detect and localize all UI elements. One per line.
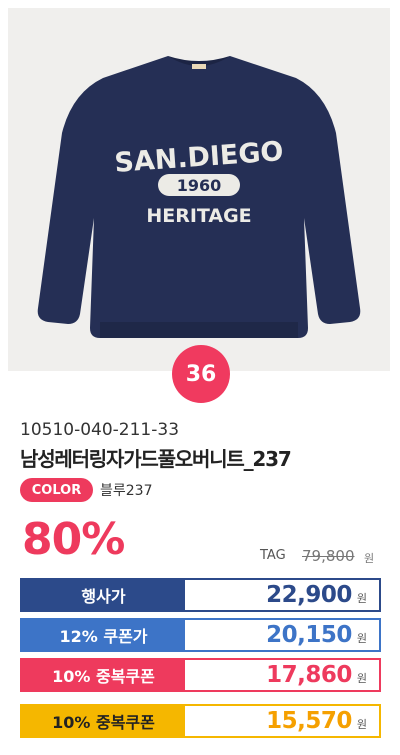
- price-amount: 15,570: [266, 708, 352, 734]
- label-tag: [192, 64, 206, 69]
- price-row-label: 10% 중복쿠폰: [22, 706, 185, 736]
- price-row-value: 17,860 원: [185, 660, 379, 690]
- product-name[interactable]: 남성레터링자가드풀오버니트_237: [20, 443, 292, 472]
- price-amount: 22,900: [266, 582, 352, 608]
- price-row-double-coupon-final: 10% 중복쿠폰 15,570 원: [20, 704, 381, 738]
- price-row-label: 행사가: [22, 580, 185, 610]
- price-unit: 원: [356, 592, 367, 605]
- price-unit: 원: [356, 718, 367, 731]
- price-row-label: 10% 중복쿠폰: [22, 660, 185, 690]
- color-value: 블루237: [100, 483, 153, 499]
- price-amount: 20,150: [266, 622, 352, 648]
- price-row-value: 22,900 원: [185, 580, 379, 610]
- image-text-line3: HERITAGE: [146, 205, 251, 227]
- price-row-coupon: 12% 쿠폰가 20,150 원: [20, 618, 381, 652]
- image-text-line2: 1960: [177, 176, 222, 195]
- price-unit: 원: [356, 632, 367, 645]
- product-code: 10510-040-211-33: [20, 420, 180, 440]
- tag-price: 79,800: [302, 547, 355, 565]
- sweater-body: [37, 56, 361, 338]
- price-row-event: 행사가 22,900 원: [20, 578, 381, 612]
- price-row-value: 20,150 원: [185, 620, 379, 650]
- sweater-illustration: SAN.DIEGO 1960 HERITAGE: [37, 56, 361, 338]
- sweater-hem: [100, 322, 298, 338]
- tag-label: TAG: [260, 548, 286, 563]
- color-label-badge: COLOR: [20, 478, 93, 502]
- price-unit: 원: [356, 672, 367, 685]
- product-image[interactable]: SAN.DIEGO 1960 HERITAGE: [8, 8, 390, 371]
- discount-rate: 80%: [22, 514, 125, 565]
- price-row-label: 12% 쿠폰가: [22, 620, 185, 650]
- price-amount: 17,860: [266, 662, 352, 688]
- price-row-double-coupon: 10% 중복쿠폰 17,860 원: [20, 658, 381, 692]
- price-row-value: 15,570 원: [185, 706, 379, 736]
- rank-badge: 36: [172, 345, 230, 403]
- tag-price-unit: 원: [364, 552, 375, 565]
